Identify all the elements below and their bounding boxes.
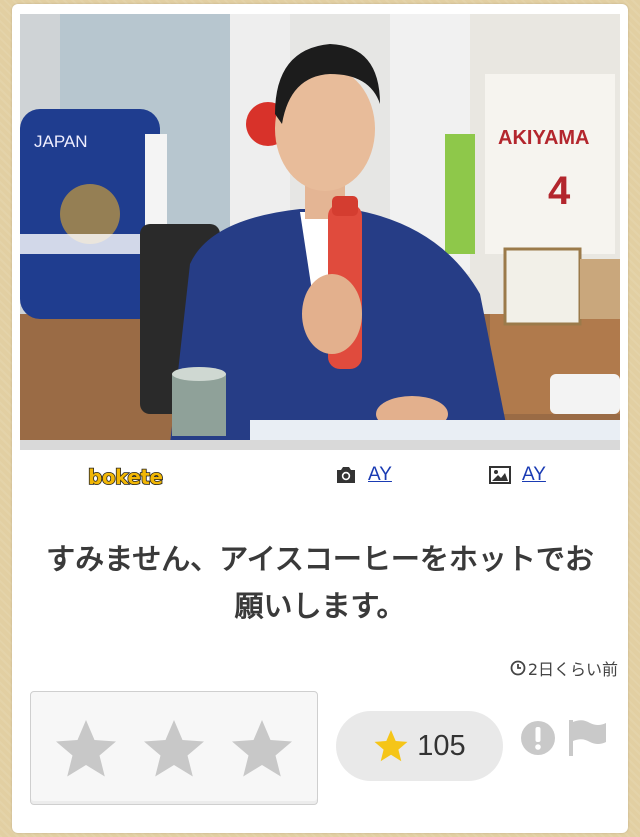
posted-time-text: 2日くらい前: [527, 660, 618, 679]
star-count-button[interactable]: 105: [336, 711, 503, 781]
post-photo[interactable]: AKIYAMA 4 JAPAN: [20, 14, 620, 440]
posted-time: 2日くらい前: [510, 656, 618, 680]
rate-star-2-icon[interactable]: [141, 716, 207, 782]
clock-icon: [510, 660, 526, 676]
photo-credit: AY: [334, 463, 392, 487]
exclamation-icon[interactable]: [520, 720, 556, 756]
boke-card: AKIYAMA 4 JAPAN bokete AY AY すみません、アイスコー…: [12, 4, 628, 833]
star-count: 105: [417, 729, 466, 762]
caption-author-link[interactable]: AY: [522, 464, 546, 486]
boke-caption: すみません、アイスコーヒーをホットでお願いします。: [46, 542, 594, 623]
flag-icon[interactable]: [566, 718, 608, 758]
camera-icon: [337, 467, 355, 483]
rate-star-3-icon[interactable]: [229, 716, 295, 782]
bokete-logo[interactable]: bokete: [87, 464, 164, 490]
star-icon: [374, 730, 408, 762]
svg-text:JAPAN: JAPAN: [34, 132, 88, 151]
photo-divider: [20, 440, 620, 450]
rate-star-1-icon[interactable]: [53, 716, 119, 782]
image-icon: [489, 466, 511, 484]
star-rating-panel: [30, 691, 318, 805]
photo-illustration: AKIYAMA 4 JAPAN: [20, 14, 620, 440]
caption-credit: AY: [488, 463, 546, 487]
photo-author-link[interactable]: AY: [368, 464, 392, 486]
credits-row: bokete AY AY: [12, 459, 628, 499]
svg-text:4: 4: [548, 169, 571, 213]
svg-text:AKIYAMA: AKIYAMA: [498, 127, 590, 149]
